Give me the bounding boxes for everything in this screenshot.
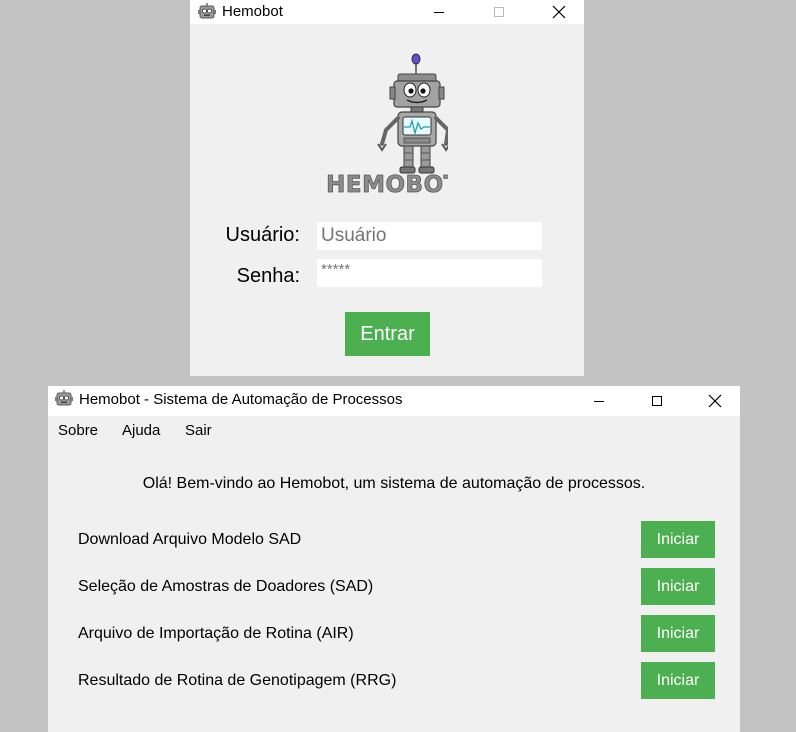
login-button[interactable]: Entrar <box>345 312 430 356</box>
minimize-button[interactable] <box>576 386 622 416</box>
main-window-title: Hemobot - Sistema de Automação de Proces… <box>79 391 403 408</box>
maximize-button <box>476 0 522 24</box>
maximize-button[interactable] <box>634 386 680 416</box>
login-titlebar[interactable]: Hemobot <box>190 0 584 24</box>
user-label: Usuário: <box>225 224 300 246</box>
maximize-icon <box>652 396 662 406</box>
close-icon <box>708 394 722 408</box>
user-input[interactable] <box>317 222 542 250</box>
hemobot-logo: HEMOBOT <box>318 52 460 198</box>
menu-sair[interactable]: Sair <box>185 422 212 439</box>
robot-icon <box>197 2 217 27</box>
login-window: Hemobot HEMOBOT Usuário: Usuário Senha: … <box>190 0 584 376</box>
task-label-download-sad: Download Arquivo Modelo SAD <box>78 531 302 548</box>
menu-sobre[interactable]: Sobre <box>58 422 98 439</box>
task-label-sad: Seleção de Amostras de Doadores (SAD) <box>78 578 374 595</box>
minimize-icon <box>434 12 444 13</box>
login-window-title: Hemobot <box>222 3 283 20</box>
menu-ajuda[interactable]: Ajuda <box>122 422 160 439</box>
close-button[interactable] <box>692 386 738 416</box>
task-label-rrg: Resultado de Rotina de Genotipagem (RRG) <box>78 672 397 689</box>
robot-mascot-icon: HEMOBOT <box>326 53 460 198</box>
close-icon <box>552 5 566 19</box>
main-window: Hemobot - Sistema de Automação de Proces… <box>48 386 740 732</box>
start-button-rrg[interactable]: Iniciar <box>641 662 715 699</box>
start-button-download-sad[interactable]: Iniciar <box>641 521 715 558</box>
close-button[interactable] <box>536 0 582 24</box>
start-button-sad[interactable]: Iniciar <box>641 568 715 605</box>
maximize-icon <box>494 7 504 17</box>
password-field[interactable]: ***** <box>317 259 542 287</box>
menubar: Sobre Ajuda Sair <box>48 416 740 444</box>
start-button-air[interactable]: Iniciar <box>641 615 715 652</box>
task-label-air: Arquivo de Importação de Rotina (AIR) <box>78 625 354 642</box>
minimize-button[interactable] <box>416 0 462 24</box>
robot-icon <box>54 389 74 414</box>
minimize-icon <box>594 401 604 402</box>
password-label: Senha: <box>236 265 300 287</box>
logo-wordmark: HEMOBOT <box>326 172 448 197</box>
main-titlebar[interactable]: Hemobot - Sistema de Automação de Proces… <box>48 386 740 416</box>
welcome-message: Olá! Bem-vindo ao Hemobot, um sistema de… <box>142 475 646 492</box>
